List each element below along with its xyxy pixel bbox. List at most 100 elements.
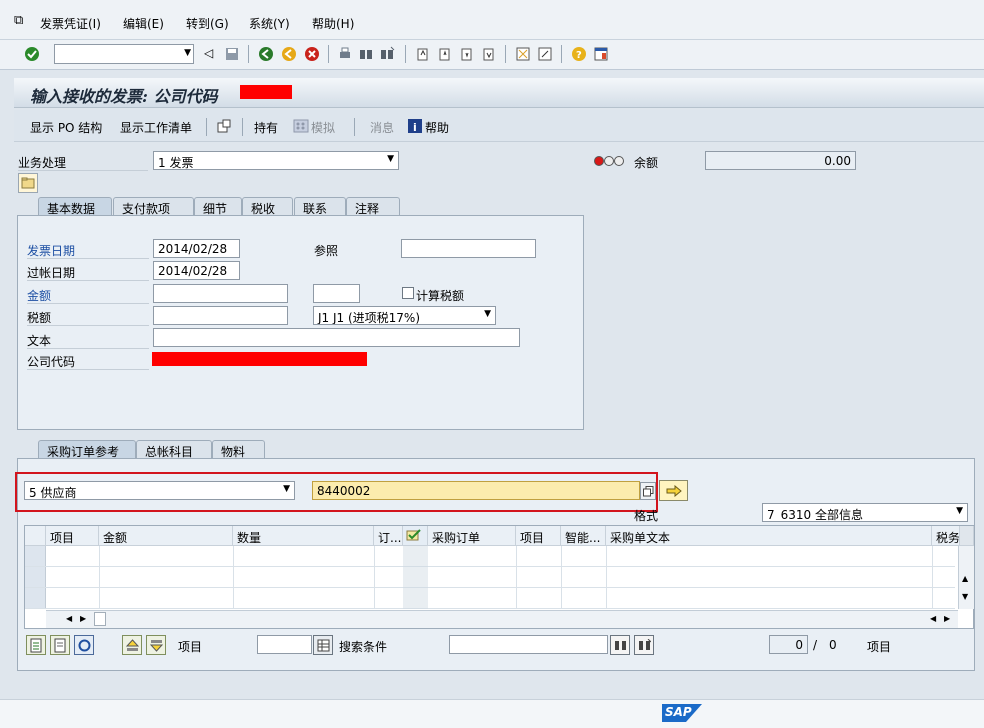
sort-ascending-icon	[126, 639, 139, 651]
horizontal-scrollbar[interactable]: ◀ ▶ ◀ ▶	[46, 610, 958, 628]
sort-down-button[interactable]	[146, 635, 166, 655]
menu-goto[interactable]: 转到(G)	[186, 15, 229, 32]
search-criteria-button[interactable]	[313, 635, 333, 655]
reference-field[interactable]	[401, 239, 536, 258]
prev-arrow-icon[interactable]: ◁	[204, 46, 213, 60]
tab-notes[interactable]: 注释	[346, 197, 400, 216]
scroll-right-icon[interactable]: ▶	[80, 614, 86, 623]
simulate-button[interactable]: 模拟	[311, 119, 335, 136]
menu-system[interactable]: 系统(Y)	[249, 15, 290, 32]
posting-date-field[interactable]: 2014/02/28	[153, 261, 240, 280]
tab-material[interactable]: 物料	[212, 440, 265, 459]
layout-icon[interactable]	[593, 46, 609, 62]
enter-check-icon[interactable]	[24, 46, 40, 62]
show-po-structure-button[interactable]: 显示 PO 结构	[30, 119, 102, 136]
table-row[interactable]	[25, 588, 955, 609]
prev-page-icon[interactable]	[437, 46, 453, 62]
redacted-company-code-title	[240, 85, 292, 99]
refresh-button[interactable]	[74, 635, 94, 655]
amount-field[interactable]	[153, 284, 288, 303]
col-smart[interactable]: 智能...	[561, 526, 606, 546]
col-quantity[interactable]: 数量	[233, 526, 374, 546]
col-item[interactable]: 项目	[46, 526, 99, 546]
exit-icon[interactable]	[281, 46, 297, 62]
total-count: 0	[829, 638, 837, 652]
menu-invoice[interactable]: 发票凭证(I)	[40, 15, 101, 32]
print-icon[interactable]	[337, 46, 353, 62]
currency-field[interactable]	[313, 284, 360, 303]
balance-label: 余额	[634, 156, 659, 170]
expand-header-button[interactable]	[18, 173, 38, 193]
layout-select[interactable]: 7_6310 全部信息 ▼	[762, 503, 968, 522]
refresh-icon	[78, 639, 91, 652]
attachment-icon[interactable]	[216, 118, 232, 134]
binoculars-icon	[615, 641, 626, 650]
text-field[interactable]	[153, 328, 520, 347]
col-check[interactable]	[403, 526, 428, 546]
posting-date-label: 过帐日期	[27, 266, 76, 280]
col-tax[interactable]: 税务	[932, 526, 960, 546]
hold-button[interactable]: 持有	[254, 119, 278, 136]
deselect-all-button[interactable]	[50, 635, 70, 655]
new-session-icon[interactable]	[515, 46, 531, 62]
tab-tax[interactable]: 税收	[242, 197, 293, 216]
calc-tax-checkbox[interactable]	[402, 287, 414, 299]
row-selector[interactable]	[25, 567, 46, 587]
cancel-icon[interactable]	[304, 46, 320, 62]
select-all-header[interactable]	[25, 526, 46, 546]
save-icon[interactable]	[224, 46, 240, 62]
find-icon[interactable]	[358, 46, 374, 62]
company-code-label: 公司代码	[27, 355, 76, 369]
find-next-icon[interactable]	[379, 46, 395, 62]
menu-help[interactable]: 帮助(H)	[312, 15, 354, 32]
menu-icon[interactable]: ⧉	[14, 13, 23, 28]
vertical-scrollbar[interactable]: ▲ ▼	[958, 546, 974, 609]
tab-basic-data[interactable]: 基本数据	[38, 197, 112, 216]
tab-details[interactable]: 细节	[194, 197, 242, 216]
execute-button[interactable]	[659, 480, 688, 501]
table-row[interactable]	[25, 567, 955, 588]
item-count-label: 项目	[867, 640, 892, 654]
scroll-down-icon[interactable]: ▼	[962, 592, 968, 601]
column-settings[interactable]	[960, 526, 974, 546]
back-icon[interactable]	[258, 46, 274, 62]
col-po[interactable]: 采购订单	[428, 526, 516, 546]
scroll-up-icon[interactable]: ▲	[962, 574, 968, 583]
scroll-right-end-icon[interactable]: ▶	[944, 614, 950, 623]
tax-field[interactable]	[153, 306, 288, 325]
help-button[interactable]: 帮助	[425, 119, 449, 136]
select-all-button[interactable]	[26, 635, 46, 655]
menu-bar: ⧉ 发票凭证(I) 编辑(E) 转到(G) 系统(Y) 帮助(H)	[0, 0, 984, 40]
tab-payment[interactable]: 支付款项	[113, 197, 194, 216]
search-criteria-input[interactable]	[449, 635, 608, 654]
row-selector[interactable]	[25, 546, 46, 566]
scroll-left-icon[interactable]: ◀	[66, 614, 72, 623]
row-selector[interactable]	[25, 588, 46, 608]
col-order-unit[interactable]: 订...	[374, 526, 403, 546]
menu-edit[interactable]: 编辑(E)	[123, 15, 164, 32]
table-row[interactable]	[25, 546, 955, 567]
col-po-item[interactable]: 项目	[516, 526, 561, 546]
tab-po-reference[interactable]: 采购订单参考	[38, 440, 136, 459]
transaction-select[interactable]: 1 发票 ▼	[153, 151, 399, 170]
help-icon[interactable]: ?	[571, 46, 587, 62]
find-next-button[interactable]	[634, 635, 654, 655]
col-amount[interactable]: 金额	[99, 526, 233, 546]
messages-button[interactable]: 消息	[370, 119, 394, 136]
next-page-icon[interactable]	[459, 46, 475, 62]
command-field[interactable]: ▼	[54, 44, 194, 64]
shortcut-icon[interactable]	[537, 46, 553, 62]
find-button[interactable]	[610, 635, 630, 655]
scroll-thumb[interactable]	[94, 612, 106, 626]
tab-gl-account[interactable]: 总帐科目	[136, 440, 212, 459]
last-page-icon[interactable]	[481, 46, 497, 62]
col-po-text[interactable]: 采购单文本	[606, 526, 932, 546]
tab-contact[interactable]: 联系	[294, 197, 346, 216]
scroll-left-end-icon[interactable]: ◀	[930, 614, 936, 623]
item-input[interactable]	[257, 635, 312, 654]
invoice-date-field[interactable]: 2014/02/28	[153, 239, 240, 258]
show-worklist-button[interactable]: 显示工作清单	[120, 119, 192, 136]
first-page-icon[interactable]	[415, 46, 431, 62]
tax-code-select[interactable]: J1 J1 (进项税17%) ▼	[313, 306, 496, 325]
sort-up-button[interactable]	[122, 635, 142, 655]
